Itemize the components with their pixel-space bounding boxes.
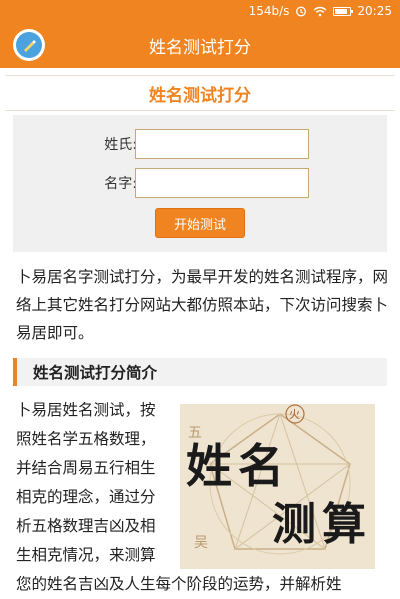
section-body-wrapped: 卜易居姓名测试，按 照姓名学五格数理， 并结合周易五行相生 相克的理念，通过分 … <box>16 396 174 570</box>
surname-row: 姓氏: <box>13 129 387 159</box>
image-text-line2: 测算 <box>272 499 372 550</box>
app-title: 姓名测试打分 <box>149 37 251 58</box>
battery-icon <box>333 6 354 16</box>
body-line: 生相克情况，来测算 <box>16 546 156 564</box>
status-bar: 154b/s 20:25 <box>0 0 400 22</box>
app-logo-icon[interactable] <box>13 29 45 61</box>
clock-time: 20:25 <box>357 4 392 18</box>
surname-input[interactable] <box>135 129 309 159</box>
given-name-label: 名字: <box>104 176 137 192</box>
name-calligraphy-image: 火 五 吴 姓名 测算 <box>180 404 375 569</box>
app-bar: 姓名测试打分 <box>0 22 400 68</box>
given-name-row: 名字: <box>13 168 387 198</box>
body-line-full: 您的姓名吉凶及人生每个阶段的运势，并解析姓 <box>16 575 342 593</box>
body-line: 照姓名学五格数理， <box>16 430 156 448</box>
body-line: 卜易居姓名测试，按 <box>16 401 156 419</box>
body-line: 析五格数理吉凶及相 <box>16 517 156 535</box>
intro-text: 卜易居名字测试打分，为最早开发的姓名测试程序，网络上其它姓名打分网站大都仿照本站… <box>16 268 389 342</box>
section-heading: 姓名测试打分简介 <box>13 358 387 386</box>
image-text-line1: 姓名 <box>186 439 290 493</box>
body-line: 并结合周易五行相生 <box>16 459 156 477</box>
image-bg-glyph: 吴 <box>194 535 208 551</box>
network-speed: 154b/s <box>248 4 290 18</box>
wifi-icon <box>313 6 327 17</box>
page-title: 姓名测试打分 <box>5 75 395 111</box>
alarm-icon <box>295 5 307 17</box>
body-line: 相克的理念，通过分 <box>16 488 156 506</box>
given-name-input[interactable] <box>135 168 309 198</box>
image-bg-glyph: 火 <box>289 408 300 421</box>
surname-label: 姓氏: <box>104 137 137 153</box>
name-test-form: 姓氏: 名字: 开始测试 <box>13 115 387 252</box>
start-test-button[interactable]: 开始测试 <box>155 208 245 238</box>
